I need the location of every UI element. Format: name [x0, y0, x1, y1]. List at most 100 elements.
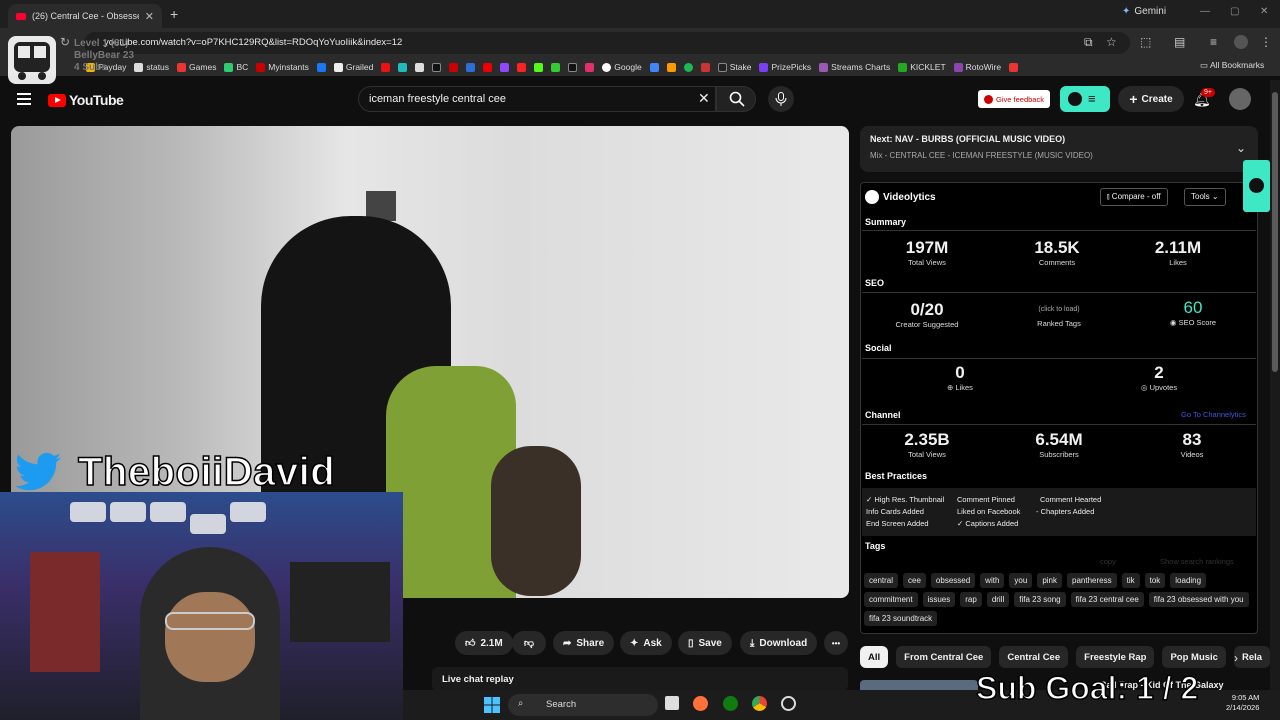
bookmark-item[interactable]	[316, 62, 326, 72]
reading-list-icon[interactable]: ≡	[1210, 35, 1217, 49]
bookmark-item[interactable]	[649, 62, 659, 72]
bookmark-item[interactable]: Myinstants	[256, 62, 309, 72]
bookmark-item[interactable]	[534, 62, 544, 72]
tag: commitment	[864, 592, 918, 607]
dislike-button[interactable]: 👎︎	[512, 631, 546, 655]
bookmark-item[interactable]	[666, 62, 676, 72]
tools-dropdown[interactable]: Tools ⌄	[1184, 188, 1226, 206]
chip-pop-music[interactable]: Pop Music	[1162, 646, 1226, 668]
youtube-logo[interactable]: YouTube	[48, 92, 124, 108]
download-button[interactable]: ⤓ Download	[740, 631, 818, 655]
chip-central-cee[interactable]: Central Cee	[999, 646, 1069, 668]
chip-freestyle-rap[interactable]: Freestyle Rap	[1076, 646, 1155, 668]
bookmark-item[interactable]	[517, 62, 527, 72]
chevron-down-icon[interactable]: ⌄	[1236, 141, 1246, 155]
gemini-button[interactable]: ✦ Gemini	[1122, 6, 1166, 17]
reload-icon[interactable]: ↻	[60, 35, 70, 49]
bookmark-item[interactable]	[700, 62, 710, 72]
extensions-icon[interactable]: ⬚	[1140, 35, 1151, 49]
chevron-right-icon[interactable]: ›	[1234, 651, 1238, 665]
new-tab-button[interactable]: +	[170, 6, 178, 22]
url-field[interactable]: youtube.com/watch?v=oP7KHC129RQ&list=RDO…	[84, 32, 1130, 54]
videolytics-side-tab[interactable]	[1243, 160, 1270, 212]
hex-light	[70, 502, 106, 522]
menu-dots-icon[interactable]: ⋮	[1260, 35, 1272, 49]
go-to-channelytics-link[interactable]: Go To Channelytics	[1181, 410, 1246, 419]
more-actions-button[interactable]: •••	[824, 631, 848, 655]
show-rankings-link[interactable]: Show search rankings	[1160, 557, 1234, 566]
bookmark-item[interactable]: KICKLET	[898, 62, 946, 72]
copy-tags-link[interactable]: copy	[1100, 557, 1116, 566]
bookmark-star-icon[interactable]: ☆	[1106, 35, 1117, 49]
tag: tok	[1144, 573, 1166, 588]
social-likes-stat: 0 ⊕ Likes	[947, 363, 973, 392]
clear-search-icon[interactable]: ✕	[698, 90, 710, 107]
bookmark-item[interactable]	[585, 62, 595, 72]
hamburger-menu-icon[interactable]	[17, 93, 31, 105]
bookmark-item[interactable]	[398, 62, 408, 72]
bookmark-item[interactable]: PrizePicks	[759, 62, 811, 72]
maximize-icon[interactable]: ▢	[1230, 6, 1239, 17]
chip-from-central-cee[interactable]: From Central Cee	[896, 646, 992, 668]
bookmark-item[interactable]: Grailed	[333, 62, 373, 72]
bookmark-item[interactable]	[551, 62, 561, 72]
chip-related[interactable]: Rela	[1233, 646, 1271, 668]
browser-tab[interactable]: (26) Central Cee - Obsessed ✕	[8, 4, 162, 28]
bookmark-item[interactable]: Games	[177, 62, 216, 72]
video-frame-dog	[491, 446, 581, 596]
tab-close-icon[interactable]: ✕	[145, 10, 154, 23]
tag: cee	[903, 573, 926, 588]
scrollbar-thumb[interactable]	[1272, 92, 1278, 372]
all-bookmarks-button[interactable]: ▭ All Bookmarks	[1200, 60, 1264, 71]
save-button[interactable]: ▯ Save	[678, 631, 732, 655]
bookmark-item[interactable]	[381, 62, 391, 72]
firefox-icon[interactable]	[693, 696, 708, 711]
bookmark-item[interactable]	[432, 62, 442, 72]
bookmark-item[interactable]: RotoWire	[953, 62, 1001, 72]
bookmark-item[interactable]	[483, 62, 493, 72]
bookmark-item[interactable]: Google	[602, 62, 642, 72]
chip-all[interactable]: All	[860, 646, 889, 668]
give-feedback-button[interactable]: Give feedback	[978, 90, 1050, 108]
hex-light	[110, 502, 146, 522]
bookmark-item[interactable]: Streams Charts	[819, 62, 890, 72]
voice-search-button[interactable]	[768, 86, 794, 112]
bookmark-item[interactable]	[568, 62, 578, 72]
bookmark-item[interactable]: status	[134, 62, 169, 72]
ranked-tags-stat[interactable]: (click to load) Ranked Tags	[994, 306, 1124, 328]
bookmark-item[interactable]: BC	[224, 62, 248, 72]
search-input[interactable]: iceman freestyle central cee	[358, 86, 716, 112]
bookmark-item[interactable]	[466, 62, 476, 72]
ask-button[interactable]: ✦ Ask	[620, 631, 672, 655]
bookmark-item[interactable]	[500, 62, 510, 72]
bookmark-item[interactable]	[449, 62, 459, 72]
xbox-icon[interactable]	[723, 696, 738, 711]
like-button[interactable]: 👍︎ 2.1M	[455, 631, 513, 655]
close-window-icon[interactable]: ✕	[1260, 6, 1268, 17]
share-button[interactable]: ➦ Share	[553, 631, 615, 655]
task-view-icon[interactable]	[665, 696, 679, 710]
folder-icon: ▭	[1200, 60, 1210, 70]
create-button[interactable]: + Create	[1118, 86, 1184, 112]
search-button[interactable]	[716, 86, 756, 112]
live-chat-replay[interactable]: Live chat replay	[432, 667, 848, 691]
bookmark-item[interactable]	[683, 62, 693, 72]
taskbar-search[interactable]: ⌕ Search	[508, 694, 658, 716]
account-avatar[interactable]	[1229, 88, 1251, 110]
windows-start-icon[interactable]	[484, 697, 500, 713]
bookmark-item[interactable]	[415, 62, 425, 72]
videolytics-toggle-button[interactable]: ≡	[1060, 86, 1110, 112]
profile-avatar[interactable]	[1234, 35, 1248, 49]
playlist-next-box[interactable]: Next: NAV - BURBS (OFFICIAL MUSIC VIDEO)…	[860, 126, 1258, 172]
bookmark-item[interactable]	[1009, 62, 1019, 72]
tag: fifa 23 central cee	[1070, 592, 1144, 607]
compare-toggle[interactable]: ⫾ Compare - off	[1100, 188, 1168, 206]
chrome-icon[interactable]	[752, 696, 767, 711]
obs-icon[interactable]	[781, 696, 796, 711]
minimize-icon[interactable]: —	[1200, 6, 1210, 17]
bookmark-item[interactable]: Stake	[717, 62, 751, 72]
related-thumbnail[interactable]	[860, 680, 978, 690]
install-icon[interactable]: ⧉	[1084, 35, 1093, 50]
sidepanel-icon[interactable]: ▤	[1174, 35, 1185, 49]
system-clock[interactable]: 9:05 AM 2/14/2026	[1226, 693, 1259, 713]
